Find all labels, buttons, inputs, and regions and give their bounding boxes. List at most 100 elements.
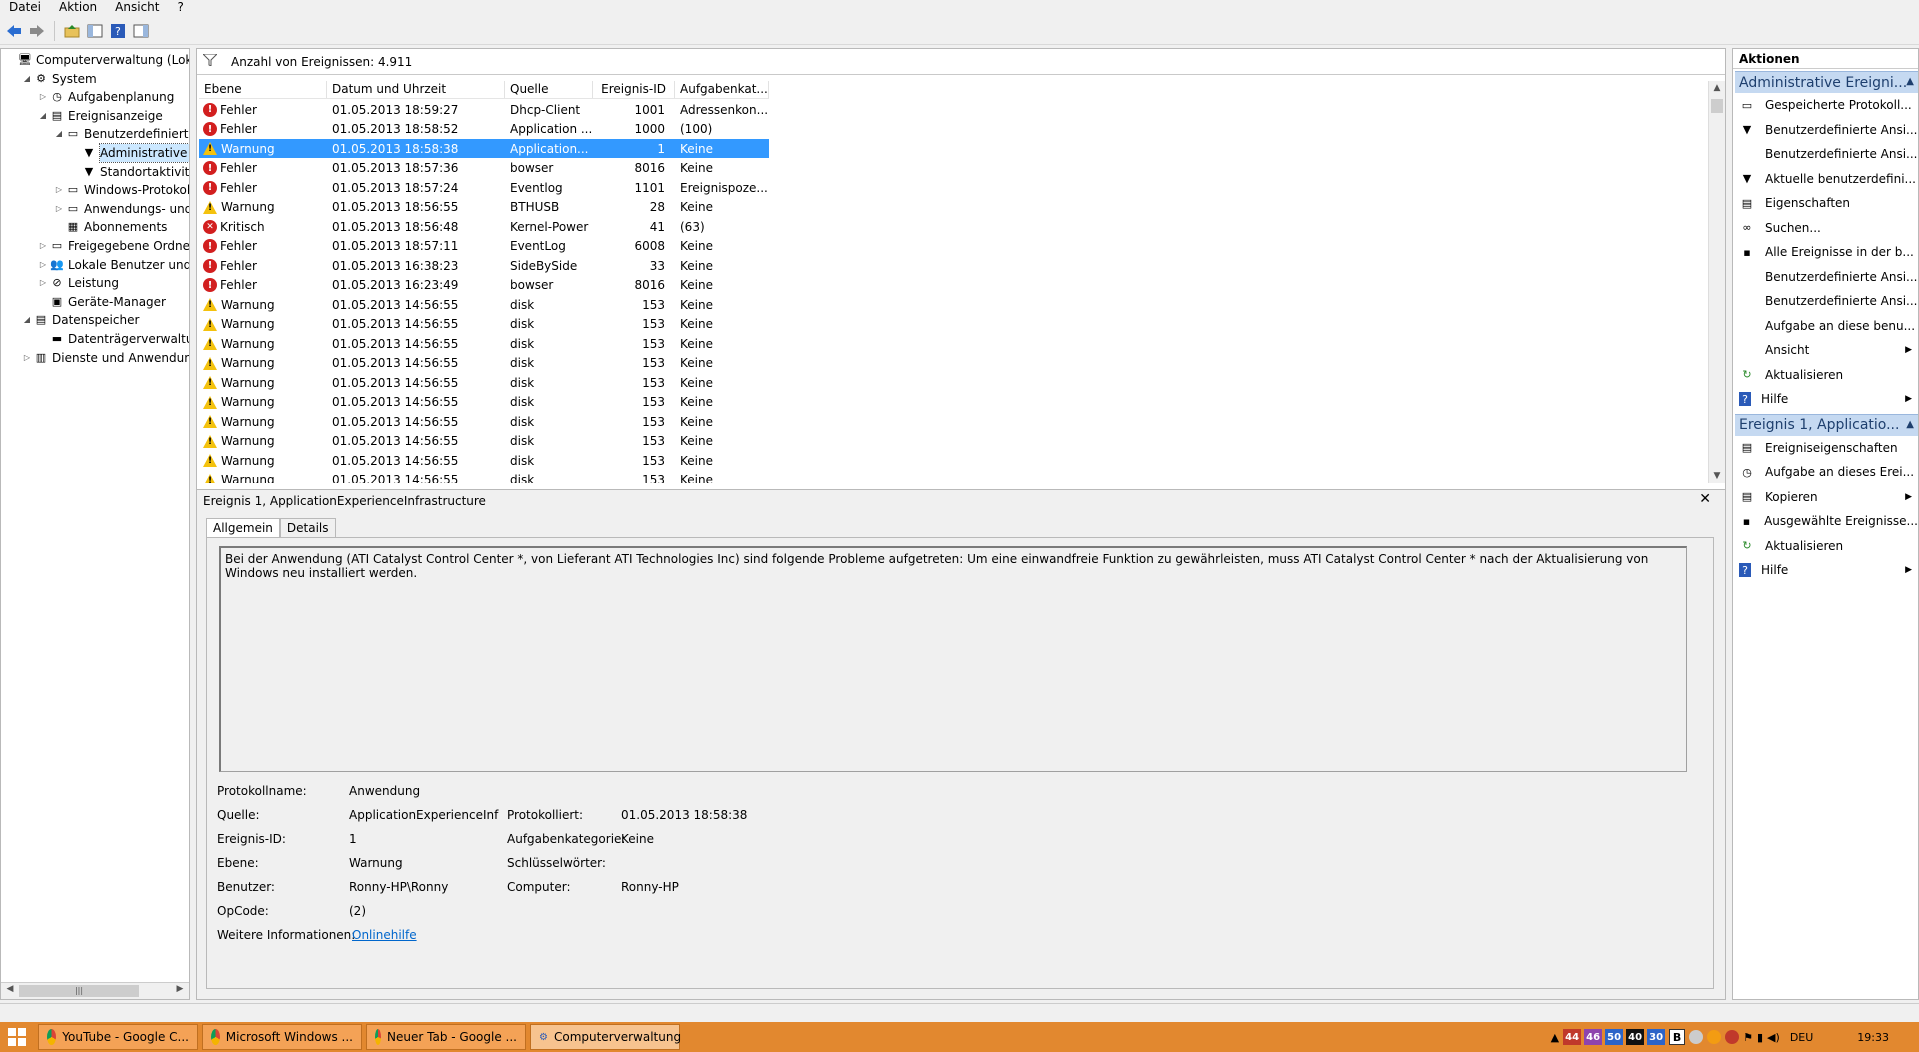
expand-arrow-icon[interactable]: ◢ [21,311,33,329]
action-item[interactable]: ◷ Aufgabe an dieses Erei... [1733,460,1918,485]
help-icon[interactable]: ? [108,21,128,41]
action-item[interactable]: ↻ Aktualisieren [1733,363,1918,388]
action-item[interactable]: ▪ Alle Ereignisse in der b... [1733,240,1918,265]
collapse-icon[interactable]: ▲ [1906,419,1914,430]
scroll-thumb[interactable]: ||| [19,985,139,997]
onlinehilfe-link[interactable]: Onlinehilfe [352,928,417,942]
action-item[interactable]: ∞ Suchen... [1733,216,1918,241]
table-row[interactable]: Warnung 01.05.2013 18:58:38 Application...… [199,139,769,158]
tray-expand-icon[interactable]: ▲ [1551,1031,1559,1044]
column-ereignis-id[interactable]: Ereignis-ID [593,81,675,98]
action-item[interactable]: ▼ Aktuelle benutzerdefini... [1733,167,1918,192]
menu-help[interactable]: ? [168,0,192,16]
menu-ansicht[interactable]: Ansicht [106,0,168,16]
show-hide-action-pane-icon[interactable] [131,21,151,41]
event-message[interactable]: Bei der Anwendung (ATI Catalyst Control … [219,546,1687,772]
tree-item[interactable]: ◢ ▤ Datenspeicher [21,311,139,329]
back-arrow-icon[interactable] [4,21,24,41]
tree-item[interactable]: ◢ ⚙ System [21,70,97,88]
tree-item[interactable]: ▷👥 Lokale Benutzer und Gru [37,256,189,274]
tray-app-icon[interactable] [1707,1030,1722,1044]
tray-number-icon[interactable]: 44 [1563,1029,1582,1045]
actions-section-event[interactable]: Ereignis 1, Applicatio... ▲ [1735,413,1918,436]
expand-arrow-icon[interactable]: ▷ [21,349,33,367]
table-row[interactable]: ✕ Kritisch 01.05.2013 18:56:48 Kernel-Power… [199,217,769,236]
taskbar-app-button[interactable]: YouTube - Google C... [38,1024,198,1050]
table-row[interactable]: ! Fehler 01.05.2013 18:57:24 Eventlog 1101 Er… [199,178,769,197]
action-item[interactable]: ▤ Kopieren ▶ [1733,485,1918,510]
action-item[interactable]: ▤ Ereigniseigenschaften [1733,436,1918,461]
table-row[interactable]: Warnung 01.05.2013 14:56:55 disk 153 Keine [199,393,769,412]
action-item[interactable]: Benutzerdefinierte Ansi... [1733,142,1918,167]
action-item[interactable]: ▪ Ausgewählte Ereignisse... [1733,509,1918,534]
tray-number-icon[interactable]: 46 [1584,1029,1603,1045]
taskbar-app-button[interactable]: Microsoft Windows ... [202,1024,362,1050]
table-row[interactable]: Warnung 01.05.2013 14:56:55 disk 153 Keine [199,471,769,483]
column-datum[interactable]: Datum und Uhrzeit [327,81,505,98]
tree-item[interactable]: ▷ ⊘ Leistung [37,274,119,292]
table-row[interactable]: ! Fehler 01.05.2013 16:23:49 bowser 8016 Kein… [199,276,769,295]
taskbar-app-button[interactable]: ⚙ Computerverwaltung [530,1024,681,1050]
close-icon[interactable]: ✕ [1699,491,1711,507]
expand-arrow-icon[interactable]: ▷ [37,88,49,106]
column-aufgabenkategorie[interactable]: Aufgabenkat... [675,81,769,98]
action-item[interactable]: ? Hilfe ▶ [1733,558,1918,583]
expand-arrow-icon[interactable]: ▷ [53,181,65,199]
table-row[interactable]: Warnung 01.05.2013 14:56:55 disk 153 Keine [199,315,769,334]
table-row[interactable]: Warnung 01.05.2013 14:56:55 disk 153 Keine [199,412,769,431]
action-item[interactable]: Benutzerdefinierte Ansi... [1733,265,1918,290]
tree-item[interactable]: ▷ ▭ Windows-Protokolle [53,181,189,199]
table-row[interactable]: ! Fehler 01.05.2013 18:57:36 bowser 8016 Kein… [199,159,769,178]
flag-icon[interactable]: ⚑ [1743,1031,1753,1044]
table-row[interactable]: ! Fehler 01.05.2013 16:38:23 SideBySide 33 Ke… [199,256,769,275]
tree-item[interactable]: ▬ Datenträgerverwaltung [37,330,189,348]
forward-arrow-icon[interactable] [27,21,47,41]
action-item[interactable]: ? Hilfe ▶ [1733,387,1918,412]
clock[interactable]: 19:33 [1857,1031,1889,1044]
up-folder-icon[interactable] [62,21,82,41]
table-row[interactable]: Warnung 01.05.2013 14:56:55 disk 153 Keine [199,295,769,314]
expand-arrow-icon[interactable]: ◢ [37,107,49,125]
table-row[interactable]: Warnung 01.05.2013 14:56:55 disk 153 Keine [199,432,769,451]
column-ebene[interactable]: Ebene [199,81,327,98]
table-row[interactable]: ! Fehler 01.05.2013 18:58:52 Application ..… [199,120,769,139]
action-item[interactable]: ▤ Eigenschaften [1733,191,1918,216]
scroll-left-icon[interactable]: ◀ [3,984,17,994]
expand-arrow-icon[interactable]: ▷ [37,256,49,274]
scroll-thumb[interactable] [1711,99,1723,113]
tray-app-icon[interactable] [1725,1030,1740,1044]
expand-arrow-icon[interactable]: ◢ [53,125,65,143]
tree-item[interactable]: ▣ Geräte-Manager [37,293,166,311]
action-item[interactable]: ▭ Gespeicherte Protokoll... [1733,93,1918,118]
tree-item[interactable]: 🖥 Computerverwaltung (Lokal) [5,51,189,69]
action-item[interactable]: Aufgabe an diese benu... [1733,314,1918,339]
action-item[interactable]: Ansicht ▶ [1733,338,1918,363]
tree-item[interactable]: ▷ ◷ Aufgabenplanung [37,88,174,106]
scroll-right-icon[interactable]: ▶ [173,984,187,994]
tree-horizontal-scrollbar[interactable]: ◀ ||| ▶ [1,982,189,999]
collapse-icon[interactable]: ▲ [1906,76,1914,87]
tree-item[interactable]: ▦ Abonnements [53,218,168,236]
start-button[interactable] [0,1022,34,1052]
menu-aktion[interactable]: Aktion [50,0,106,16]
scroll-up-icon[interactable]: ▲ [1709,83,1725,93]
expand-arrow-icon[interactable]: ▷ [53,200,65,218]
table-row[interactable]: ! Fehler 01.05.2013 18:57:11 EventLog 6008 Ke… [199,237,769,256]
column-quelle[interactable]: Quelle [505,81,593,98]
tray-app-icon[interactable]: B [1669,1029,1686,1045]
tab-details[interactable]: Details [279,518,336,538]
tray-number-icon[interactable]: 50 [1605,1029,1624,1045]
action-item[interactable]: Benutzerdefinierte Ansi... [1733,289,1918,314]
tray-number-icon[interactable]: 40 [1626,1029,1645,1045]
tree-item[interactable]: ▷▭ Anwendungs- und D [53,200,189,218]
event-list-vertical-scrollbar[interactable]: ▲ ▼ [1708,81,1725,483]
table-row[interactable]: Warnung 01.05.2013 14:56:55 disk 153 Keine [199,451,769,470]
tray-app-icon[interactable] [1689,1030,1704,1044]
table-row[interactable]: Warnung 01.05.2013 14:56:55 disk 153 Keine [199,334,769,353]
table-row[interactable]: Warnung 01.05.2013 14:56:55 disk 153 Keine [199,354,769,373]
tree-item[interactable]: ◢▭ Benutzerdefinierte A [53,125,189,143]
action-item[interactable]: ▼ Benutzerdefinierte Ansi... [1733,118,1918,143]
actions-section-administrative[interactable]: Administrative Ereigni... ▲ [1735,71,1918,93]
expand-arrow-icon[interactable]: ▷ [37,274,49,292]
expand-arrow-icon[interactable]: ▷ [37,237,49,255]
